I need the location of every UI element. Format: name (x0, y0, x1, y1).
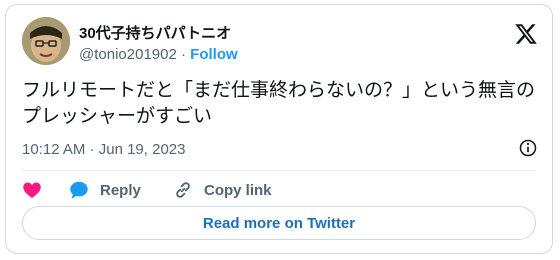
follow-button[interactable]: Follow (190, 46, 238, 63)
tweet-date: Jun 19, 2023 (98, 141, 186, 158)
heart-icon (23, 182, 41, 198)
date-separator: · (85, 141, 99, 158)
copy-link-label: Copy link (204, 181, 272, 199)
tweet-time: 10:12 AM (22, 141, 86, 158)
reply-label: Reply (100, 181, 141, 199)
divider (22, 170, 536, 171)
like-button[interactable] (22, 177, 42, 203)
copy-link-button[interactable]: Copy link (172, 177, 272, 203)
tweet-card: 30代子持ちパパトニオ @tonio201902 · Follow フルリモート… (5, 4, 553, 254)
tweet-timestamp[interactable]: 10:12 AM · Jun 19, 2023 (22, 141, 185, 158)
author-name[interactable]: 30代子持ちパパトニオ (79, 22, 231, 43)
handle-separator: · (176, 46, 191, 63)
avatar-face-icon (22, 17, 70, 65)
reply-button[interactable]: Reply (68, 177, 141, 203)
link-icon (176, 182, 190, 198)
x-logo-icon[interactable] (514, 22, 538, 46)
avatar[interactable] (22, 17, 70, 65)
author-handle-row: @tonio201902 · Follow (79, 46, 238, 63)
info-icon[interactable] (518, 138, 538, 158)
tweet-text: フルリモートだと「まだ仕事終わらないの？」という無言のプレッシャーがすごい (22, 80, 536, 127)
reply-bubble-icon (70, 181, 88, 199)
read-more-button[interactable]: Read more on Twitter (22, 206, 536, 240)
author-handle[interactable]: @tonio201902 (79, 46, 177, 63)
